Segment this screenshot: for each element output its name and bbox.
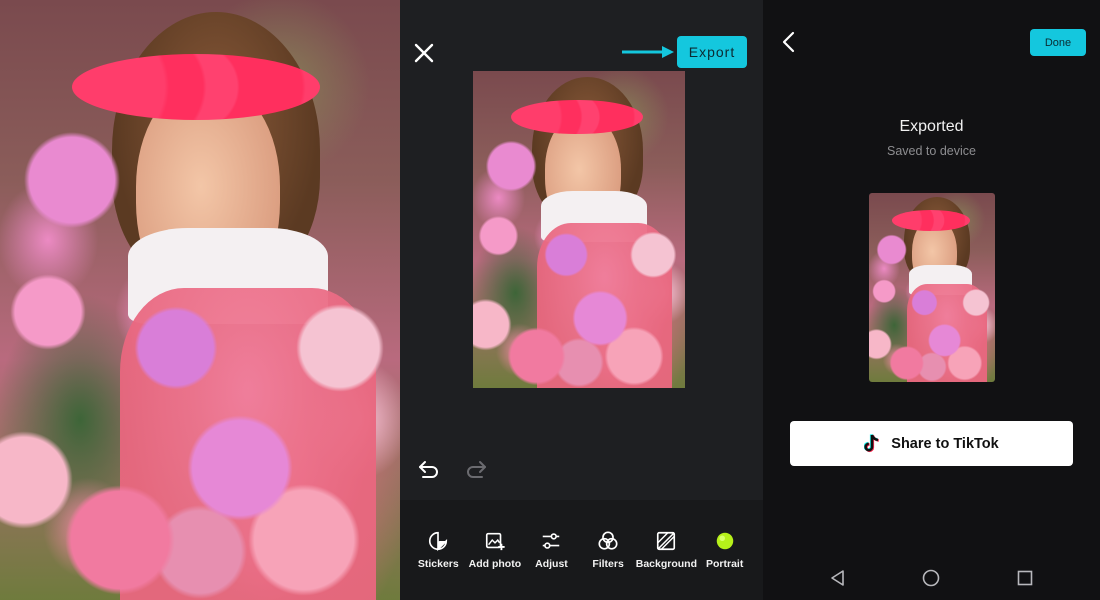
tool-label: Filters [592,558,624,570]
nav-back-icon[interactable] [828,568,848,588]
photo-roses [869,193,995,382]
tool-filters[interactable]: Filters [580,530,637,570]
filters-icon [598,531,618,550]
redo-icon[interactable] [464,457,488,481]
back-chevron-icon[interactable] [780,31,798,53]
add-photo-icon [485,532,505,551]
nav-recent-apps-icon[interactable] [1015,568,1035,588]
exported-title: Exported [899,118,964,135]
background-icon [657,531,676,551]
photo-roses [473,71,685,388]
sliders-icon [543,533,560,549]
exported-thumbnail [869,193,995,382]
share-label: Share to TikTok [891,435,999,452]
nav-home-icon[interactable] [921,568,941,588]
arrow-right-icon [622,46,674,58]
editor-toolbar: Stickers Add photo Adjust Filters Backgr… [400,500,763,600]
tool-stickers[interactable]: Stickers [410,530,467,570]
export-button[interactable]: Export [677,36,747,68]
tool-label: Stickers [417,558,459,570]
tool-portrait[interactable]: Portrait [696,530,753,570]
undo-icon[interactable] [417,457,441,481]
tool-background[interactable]: Background [635,530,698,570]
tool-label: Portrait [706,558,744,570]
tool-label: Add photo [468,558,522,570]
tiktok-icon [864,433,880,452]
close-icon[interactable] [412,41,436,65]
tool-label: Adjust [535,558,568,570]
tool-label: Background [635,558,698,570]
tool-add-photo[interactable]: Add photo [467,530,524,570]
editor-screen: Export Stickers Add photo Adjust Filters… [400,0,763,600]
android-nav-bar [763,560,1100,596]
editor-canvas-photo[interactable] [473,71,685,388]
exported-screen: Done Exported Saved to device Share to T… [763,0,1100,600]
exported-subtitle: Saved to device [887,144,976,158]
portrait-icon [716,532,733,550]
share-to-tiktok-button[interactable]: Share to TikTok [790,421,1073,466]
original-photo [0,0,400,600]
done-button[interactable]: Done [1030,29,1086,56]
photo-roses [0,0,400,600]
tool-adjust[interactable]: Adjust [523,530,580,570]
sticker-icon [429,531,448,552]
